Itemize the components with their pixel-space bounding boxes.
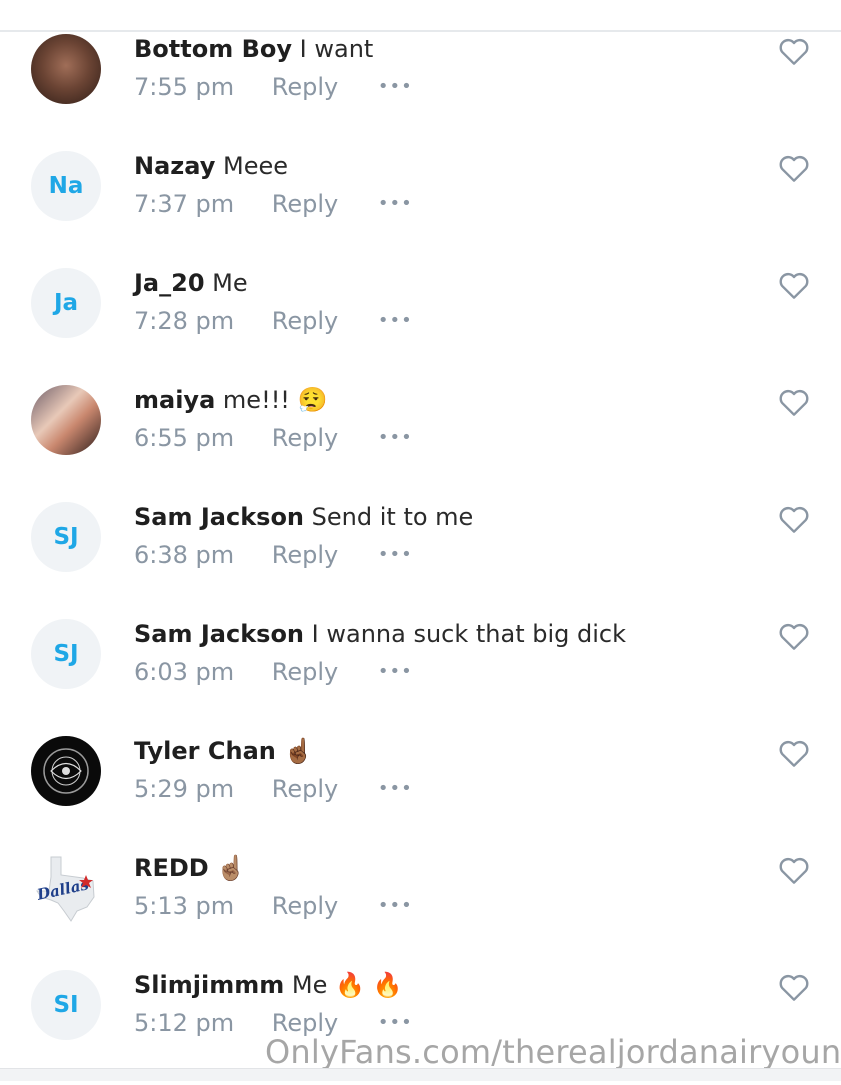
comment-body: REDD ☝🏽 (134, 853, 246, 883)
comment-time: 6:55 pm (134, 424, 235, 452)
heart-icon[interactable] (778, 387, 810, 417)
heart-icon[interactable] (778, 504, 810, 534)
comment-body: maiya me!!! 😮‍💨 (134, 385, 327, 415)
more-options-icon[interactable]: ••• (378, 423, 413, 453)
reply-button[interactable]: Reply (272, 306, 338, 336)
comment-author[interactable]: Bottom Boy (134, 35, 292, 63)
comment-time: 5:29 pm (134, 775, 235, 803)
heart-icon[interactable] (778, 270, 810, 300)
comment-author[interactable]: Sam Jackson (134, 503, 304, 531)
avatar[interactable] (31, 34, 101, 104)
reply-button[interactable]: Reply (272, 189, 338, 219)
exhale-emoji: 😮‍💨 (297, 386, 328, 414)
dallas-texas-logo: Dallas (34, 856, 95, 922)
more-options-icon[interactable]: ••• (378, 774, 413, 804)
comment-author[interactable]: REDD (134, 854, 209, 882)
comment-item: Bottom Boy I want 7:55 pm Reply ••• (0, 32, 841, 149)
comment-body: Bottom Boy I want (134, 34, 373, 64)
heart-icon[interactable] (778, 153, 810, 183)
avatar-graphic (43, 748, 89, 794)
comment-item: SJ Sam Jackson Send it to me 6:38 pm Rep… (0, 500, 841, 617)
avatar[interactable]: Dallas (31, 853, 101, 923)
comment-time: 5:13 pm (134, 892, 235, 920)
bottom-bar (0, 1068, 841, 1081)
comment-meta: 7:37 pm Reply ••• (134, 189, 413, 219)
comment-author[interactable]: Sam Jackson (134, 620, 304, 648)
comment-meta: 6:03 pm Reply ••• (134, 657, 413, 687)
comment-time: 6:38 pm (134, 541, 235, 569)
avatar[interactable]: SI (31, 970, 101, 1040)
comment-author[interactable]: maiya (134, 386, 215, 414)
comment-body: Ja_20 Me (134, 268, 248, 298)
comment-meta: 5:29 pm Reply ••• (134, 774, 413, 804)
comment-author[interactable]: Tyler Chan (134, 737, 276, 765)
heart-icon[interactable] (778, 972, 810, 1002)
comment-body: Sam Jackson I wanna suck that big dick (134, 619, 626, 649)
avatar[interactable]: Ja (31, 268, 101, 338)
reply-button[interactable]: Reply (272, 72, 338, 102)
more-options-icon[interactable]: ••• (378, 540, 413, 570)
comment-meta: 6:55 pm Reply ••• (134, 423, 413, 453)
comment-time: 5:12 pm (134, 1009, 235, 1037)
more-options-icon[interactable]: ••• (378, 72, 413, 102)
comment-time: 7:28 pm (134, 307, 235, 335)
comment-text: I wanna suck that big dick (311, 620, 627, 648)
comment-item: Ja Ja_20 Me 7:28 pm Reply ••• (0, 266, 841, 383)
reply-button[interactable]: Reply (272, 774, 338, 804)
more-options-icon[interactable]: ••• (378, 306, 413, 336)
comment-meta: 7:55 pm Reply ••• (134, 72, 413, 102)
avatar[interactable]: SJ (31, 619, 101, 689)
comment-meta: 6:38 pm Reply ••• (134, 540, 413, 570)
comment-item: SJ Sam Jackson I wanna suck that big dic… (0, 617, 841, 734)
comment-time: 7:37 pm (134, 190, 235, 218)
comment-text: I want (299, 35, 374, 63)
avatar[interactable] (31, 385, 101, 455)
comment-item: Na Nazay Meee 7:37 pm Reply ••• (0, 149, 841, 266)
comment-body: Nazay Meee (134, 151, 288, 181)
reply-button[interactable]: Reply (272, 657, 338, 687)
comment-time: 6:03 pm (134, 658, 235, 686)
comment-item: Dallas REDD ☝🏽 5:13 pm Reply ••• (0, 851, 841, 968)
more-options-icon[interactable]: ••• (378, 891, 413, 921)
comment-item: maiya me!!! 😮‍💨 6:55 pm Reply ••• (0, 383, 841, 500)
more-options-icon[interactable]: ••• (378, 189, 413, 219)
comment-meta: 5:13 pm Reply ••• (134, 891, 413, 921)
pointing-up-emoji: ☝🏾 (283, 737, 314, 765)
comment-body: Tyler Chan ☝🏾 (134, 736, 313, 766)
reply-button[interactable]: Reply (272, 423, 338, 453)
avatar[interactable] (31, 736, 101, 806)
more-options-icon[interactable]: ••• (378, 657, 413, 687)
heart-icon[interactable] (778, 36, 810, 66)
comment-time: 7:55 pm (134, 73, 235, 101)
avatar[interactable]: Na (31, 151, 101, 221)
comment-text: me!!! (222, 386, 290, 414)
comment-meta: 7:28 pm Reply ••• (134, 306, 413, 336)
comment-author[interactable]: Slimjimmm (134, 971, 284, 999)
comment-author[interactable]: Ja_20 (134, 269, 205, 297)
comment-text: Me (291, 971, 328, 999)
watermark: OnlyFans.com/therealjordanairyoung (265, 1033, 841, 1071)
fire-emoji: 🔥 🔥 (335, 971, 403, 999)
comment-text: Meee (223, 152, 289, 180)
avatar[interactable]: SJ (31, 502, 101, 572)
comment-item: Tyler Chan ☝🏾 5:29 pm Reply ••• (0, 734, 841, 851)
comment-author[interactable]: Nazay (134, 152, 215, 180)
heart-icon[interactable] (778, 621, 810, 651)
pointing-up-emoji: ☝🏽 (216, 854, 247, 882)
comment-text: Me (212, 269, 248, 297)
comment-text: Send it to me (311, 503, 474, 531)
heart-icon[interactable] (778, 855, 810, 885)
reply-button[interactable]: Reply (272, 891, 338, 921)
comment-body: Sam Jackson Send it to me (134, 502, 473, 532)
comment-body: Slimjimmm Me 🔥 🔥 (134, 970, 402, 1000)
reply-button[interactable]: Reply (272, 540, 338, 570)
heart-icon[interactable] (778, 738, 810, 768)
